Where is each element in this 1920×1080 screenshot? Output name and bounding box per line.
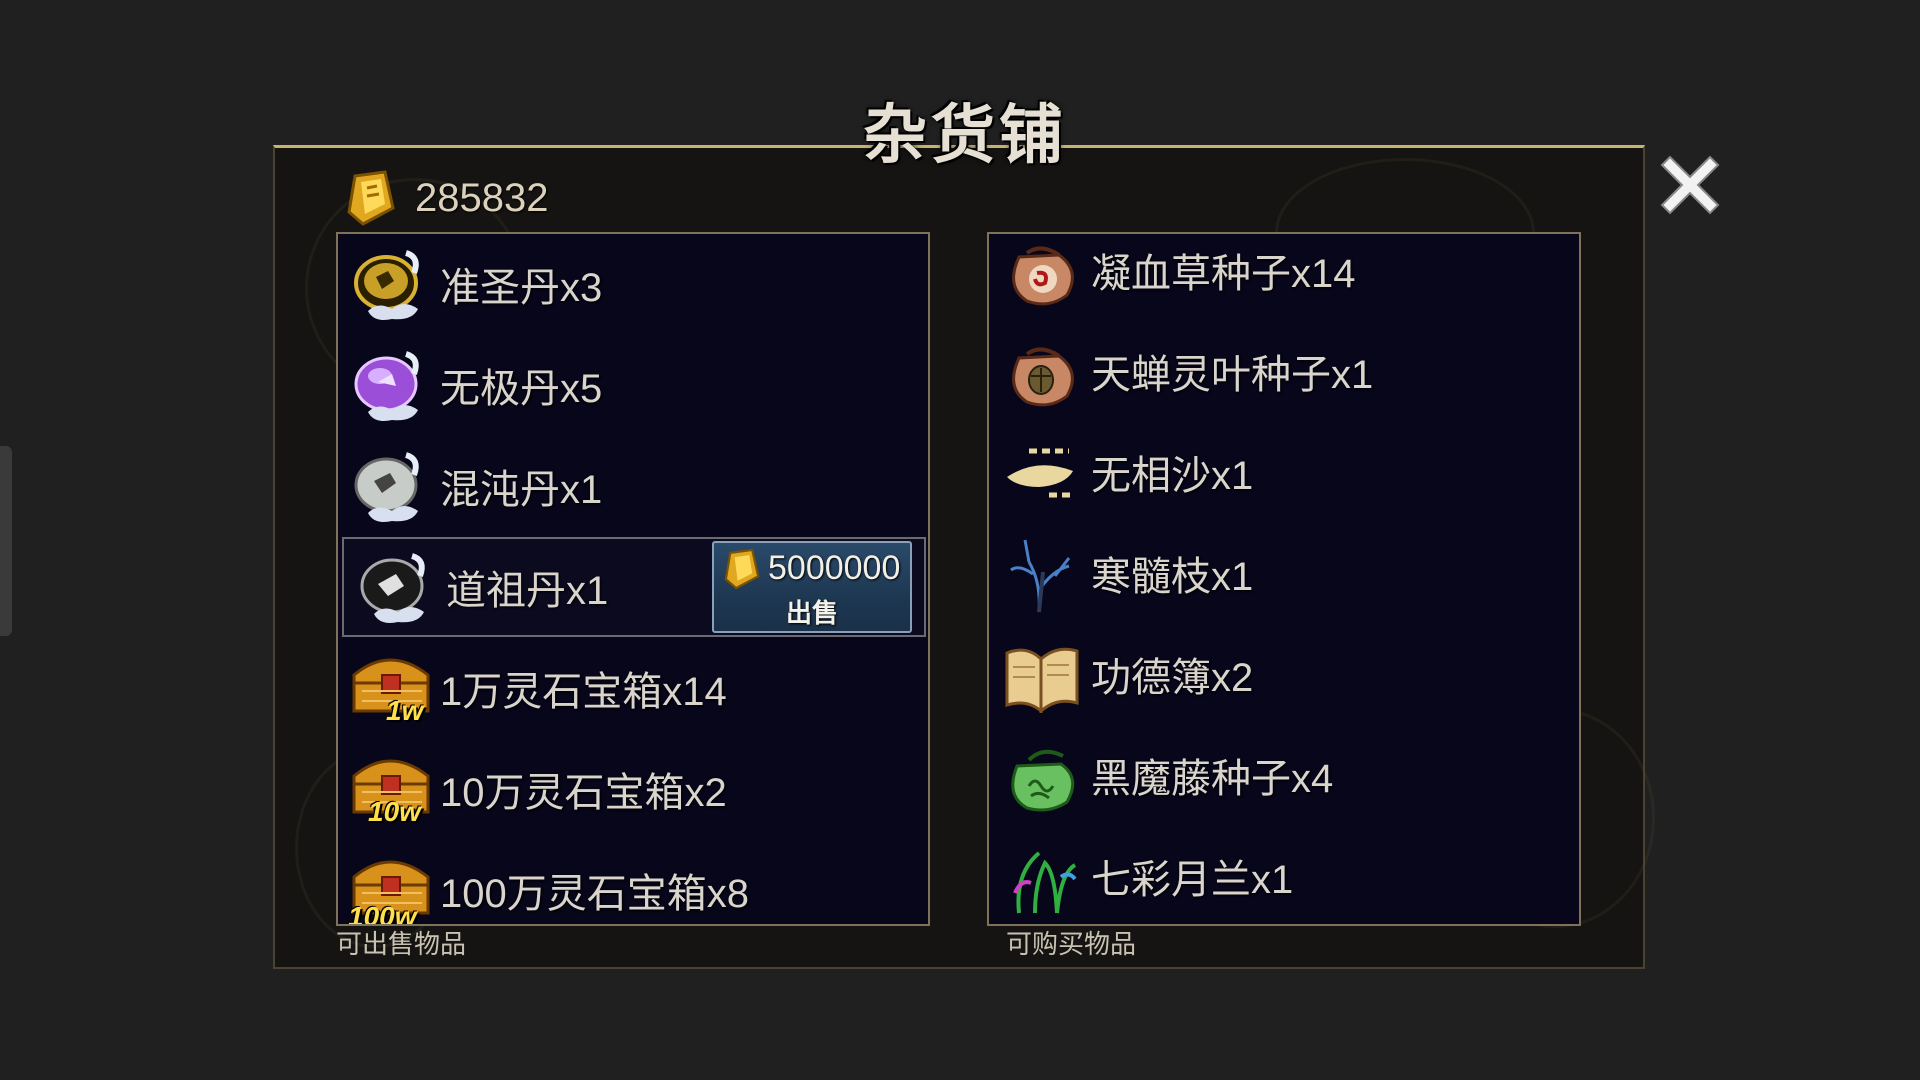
item-name: 七彩月兰x1 xyxy=(1091,858,1294,902)
list-item[interactable]: 无相沙x1 xyxy=(989,422,1579,522)
gold-ingot-icon xyxy=(347,170,395,226)
black-pill-icon xyxy=(352,542,442,632)
list-item[interactable]: 天蝉灵叶种子x1 xyxy=(989,321,1579,421)
gold-ingot-icon xyxy=(724,548,760,590)
list-item[interactable]: 七彩月兰x1 xyxy=(989,826,1579,924)
branch-icon xyxy=(997,528,1087,618)
list-item[interactable]: 黑魔藤种子x4 xyxy=(989,725,1579,825)
item-name: 10万灵石宝箱x2 xyxy=(440,771,727,815)
sellable-items-panel[interactable]: 准圣丹x3 无极丹x5 混沌丹x1 道祖丹x1 5000000 出售 1w 1万… xyxy=(336,232,930,926)
treasure-chest-icon: 100w xyxy=(346,845,436,926)
item-name: 寒髓枝x1 xyxy=(1091,555,1254,599)
treasure-chest-icon: 1w xyxy=(346,643,436,733)
item-name: 100万灵石宝箱x8 xyxy=(440,872,749,916)
buyable-items-panel[interactable]: 凝血草种子x14 天蝉灵叶种子x1 无相沙x1 寒髓枝x1 功德簿x2 黑魔藤种… xyxy=(987,232,1581,926)
seed-bag-icon xyxy=(997,326,1087,416)
treasure-chest-icon: 10w xyxy=(346,744,436,834)
currency-value: 285832 xyxy=(415,175,549,220)
sand-icon xyxy=(997,427,1087,517)
close-icon xyxy=(1660,155,1720,215)
list-item[interactable]: 10w 10万灵石宝箱x2 xyxy=(338,739,928,839)
sell-label: 出售 xyxy=(785,599,838,629)
item-name: 道祖丹x1 xyxy=(446,569,609,613)
book-icon xyxy=(997,629,1087,719)
purple-pill-icon xyxy=(346,340,436,430)
chest-badge: 10w xyxy=(368,796,421,827)
green-seed-bag-icon xyxy=(997,730,1087,820)
list-item[interactable]: 功德簿x2 xyxy=(989,624,1579,724)
chest-badge: 1w xyxy=(386,695,424,726)
list-item[interactable]: 寒髓枝x1 xyxy=(989,523,1579,623)
shop-title: 杂货铺 xyxy=(863,98,1067,173)
list-item-selected[interactable]: 道祖丹x1 5000000 出售 xyxy=(342,537,926,637)
list-item[interactable]: 100w 100万灵石宝箱x8 xyxy=(338,840,928,926)
sellable-items-caption: 可出售物品 xyxy=(336,930,467,960)
seed-bag-icon xyxy=(997,234,1087,315)
list-item[interactable]: 1w 1万灵石宝箱x14 xyxy=(338,638,928,738)
item-name: 无极丹x5 xyxy=(440,367,603,411)
item-name: 凝血草种子x14 xyxy=(1091,252,1356,296)
orchid-icon xyxy=(997,831,1087,921)
side-drawer-tab[interactable] xyxy=(0,446,12,636)
sell-button[interactable]: 5000000 出售 xyxy=(712,541,912,633)
item-name: 无相沙x1 xyxy=(1091,454,1254,498)
item-name: 天蝉灵叶种子x1 xyxy=(1091,353,1374,397)
list-item[interactable]: 凝血草种子x14 xyxy=(989,234,1579,320)
currency-display: 285832 xyxy=(345,168,548,228)
item-name: 1万灵石宝箱x14 xyxy=(440,670,727,714)
list-item[interactable]: 混沌丹x1 xyxy=(338,436,928,536)
buyable-items-caption: 可购买物品 xyxy=(1006,930,1137,960)
sell-price: 5000000 xyxy=(768,549,901,587)
item-name: 黑魔藤种子x4 xyxy=(1091,757,1334,801)
list-item[interactable]: 准圣丹x3 xyxy=(338,234,928,334)
list-item[interactable]: 无极丹x5 xyxy=(338,335,928,435)
gray-pill-icon xyxy=(346,441,436,531)
item-name: 功德簿x2 xyxy=(1091,656,1254,700)
chest-badge: 100w xyxy=(348,901,417,926)
item-name: 混沌丹x1 xyxy=(440,468,603,512)
item-name: 准圣丹x3 xyxy=(440,266,603,310)
close-button[interactable] xyxy=(1650,145,1730,225)
gold-pill-icon xyxy=(346,239,436,329)
